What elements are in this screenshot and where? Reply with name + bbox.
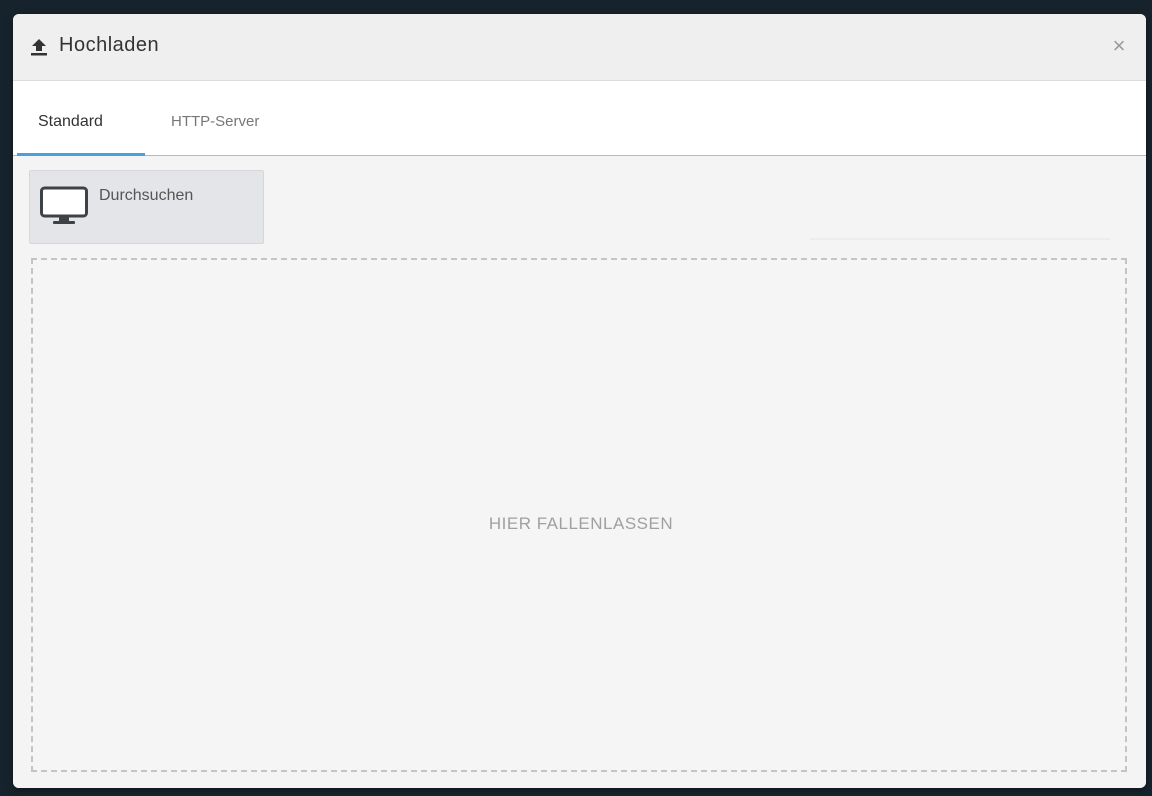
close-icon: × xyxy=(1112,33,1126,58)
tab-http-server[interactable]: HTTP-Server xyxy=(171,113,259,130)
monitor-icon xyxy=(40,186,88,228)
browse-label: Durchsuchen xyxy=(99,187,194,204)
upload-dialog: Hochladen × Standard HTTP-Server Durchsu… xyxy=(13,14,1146,788)
dialog-titlebar: Hochladen × xyxy=(13,14,1146,81)
dialog-title: Hochladen xyxy=(59,34,160,56)
drop-zone[interactable]: HIER FALLENLASSEN xyxy=(31,258,1127,772)
upload-progress-track xyxy=(810,238,1110,240)
upload-icon xyxy=(30,38,48,56)
drop-zone-label: HIER FALLENLASSEN xyxy=(488,514,674,533)
browse-button[interactable]: Durchsuchen xyxy=(29,170,264,244)
close-button[interactable]: × xyxy=(1106,33,1132,59)
tab-standard[interactable]: Standard xyxy=(38,113,103,131)
tab-bar: Standard HTTP-Server xyxy=(13,81,1146,156)
upload-content: Durchsuchen HIER FALLENLASSEN xyxy=(13,156,1146,788)
